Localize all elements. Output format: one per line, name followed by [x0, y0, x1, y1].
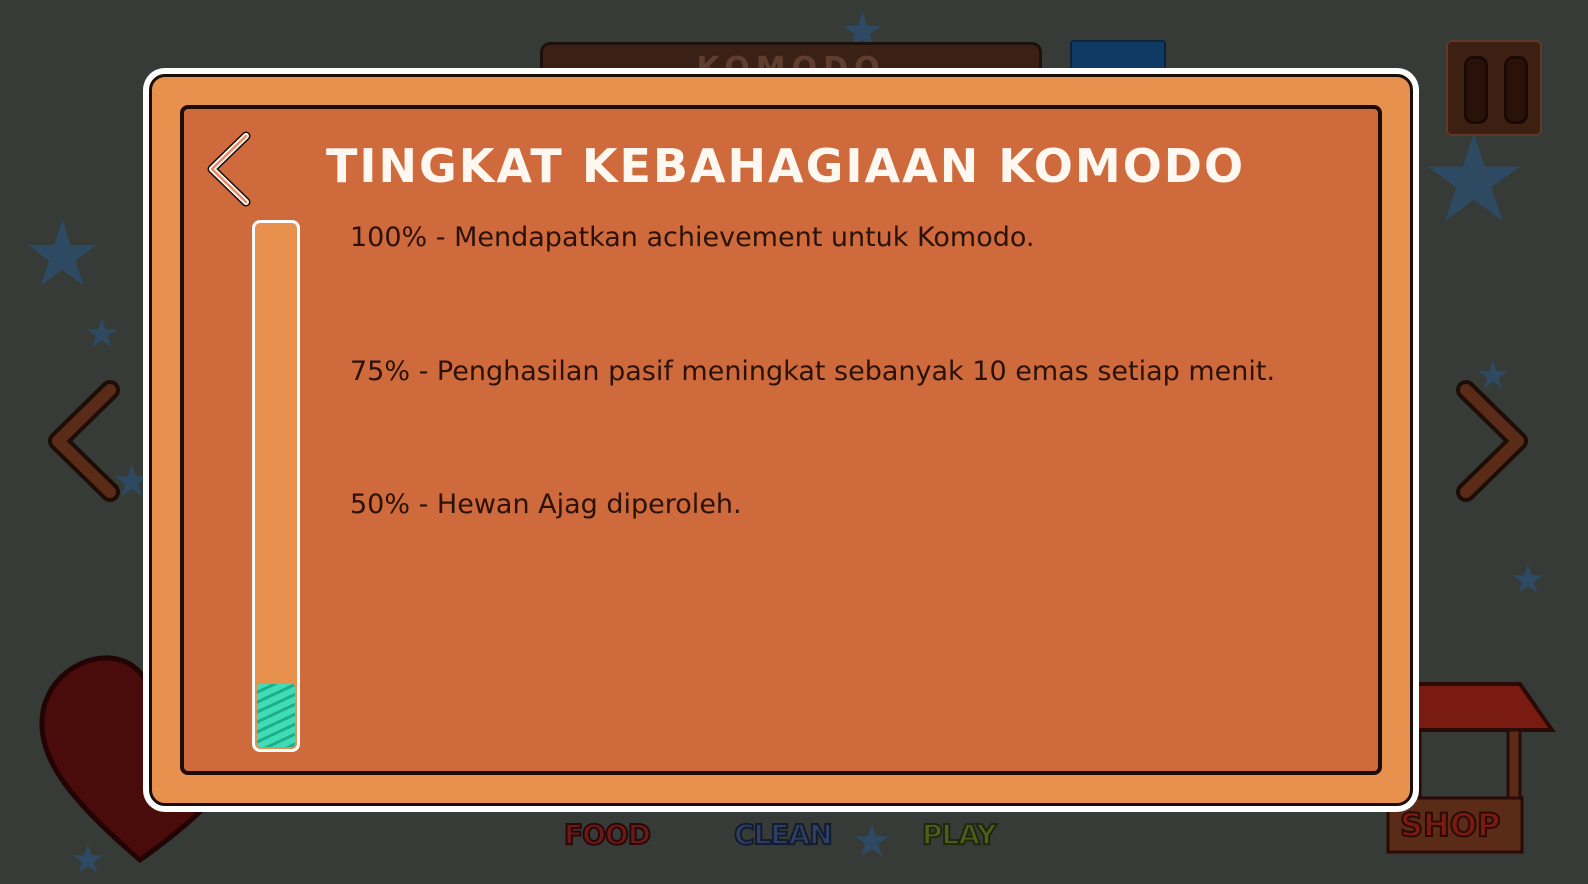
level-100-text: 100% - Mendapatkan achievement untuk Kom… — [350, 222, 1035, 253]
happiness-meter — [252, 220, 300, 752]
level-75-text: 75% - Penghasilan pasif meningkat sebany… — [350, 356, 1276, 387]
arrow-right-icon[interactable] — [1452, 380, 1532, 502]
back-button[interactable] — [202, 130, 254, 208]
modal-title: TINGKAT KEBAHAGIAAN KOMODO — [326, 139, 1246, 193]
chevron-left-icon — [207, 131, 251, 207]
modal-panel — [180, 105, 1382, 775]
clean-button[interactable]: CLEAN — [733, 817, 834, 852]
happiness-meter-fill — [257, 683, 295, 747]
star-decoration: ★ — [852, 816, 892, 867]
play-button[interactable]: PLAY — [921, 817, 998, 852]
pause-icon — [1464, 56, 1488, 124]
star-decoration: ★ — [1420, 110, 1528, 249]
level-50-text: 50% - Hewan Ajag diperoleh. — [350, 489, 742, 520]
star-decoration: ★ — [1510, 557, 1546, 603]
star-decoration: ★ — [22, 202, 103, 307]
star-decoration: ★ — [84, 311, 120, 357]
food-button[interactable]: FOOD — [563, 817, 652, 852]
pause-icon-bar — [1504, 56, 1528, 124]
pause-button[interactable] — [1446, 40, 1542, 136]
shop-label: SHOP — [1399, 805, 1501, 845]
arrow-left-icon[interactable] — [44, 380, 124, 502]
